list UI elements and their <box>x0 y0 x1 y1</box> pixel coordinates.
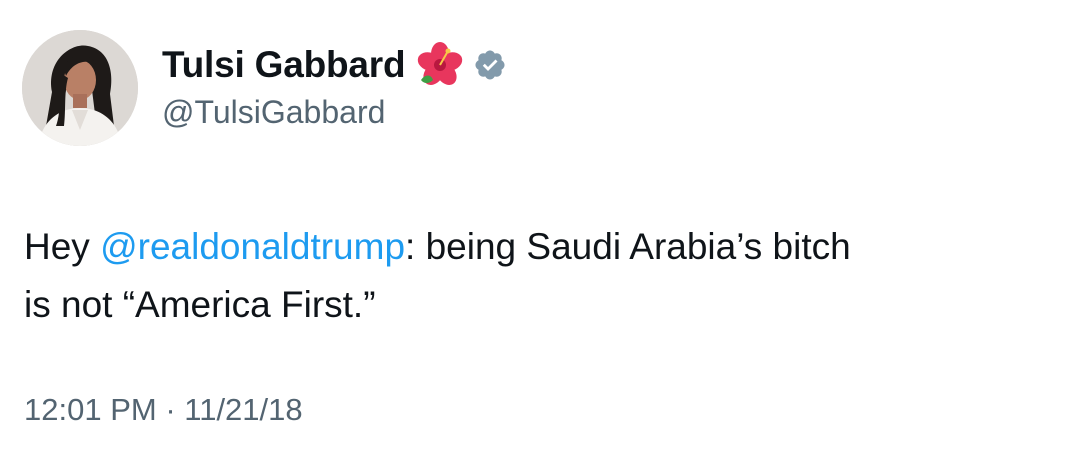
meta-separator: · <box>156 392 185 427</box>
tweet-time: 12:01 PM <box>24 392 157 427</box>
tweet-text-segment: is not “America First.” <box>24 284 376 325</box>
hibiscus-icon <box>415 40 465 90</box>
avatar[interactable] <box>22 30 138 146</box>
avatar-image <box>22 30 138 146</box>
verified-badge-icon <box>473 48 507 82</box>
tweet-date: 11/21/18 <box>184 392 303 427</box>
tweet-body: Hey @realdonaldtrump: being Saudi Arabia… <box>24 218 1054 334</box>
tweet-timestamp[interactable]: 12:01 PM · 11/21/18 <box>24 392 303 428</box>
author-handle[interactable]: @TulsiGabbard <box>162 94 385 131</box>
tweet-text-segment: Hey <box>24 226 101 267</box>
author-name-row: Tulsi Gabbard <box>162 40 507 90</box>
author-display-name[interactable]: Tulsi Gabbard <box>162 44 406 86</box>
tweet-card: Tulsi Gabbard @TulsiGabbard Hey @realdon… <box>0 0 1071 466</box>
tweet-text-segment: : being Saudi Arabia’s bitch <box>405 226 851 267</box>
mention-link[interactable]: @realdonaldtrump <box>100 226 405 267</box>
